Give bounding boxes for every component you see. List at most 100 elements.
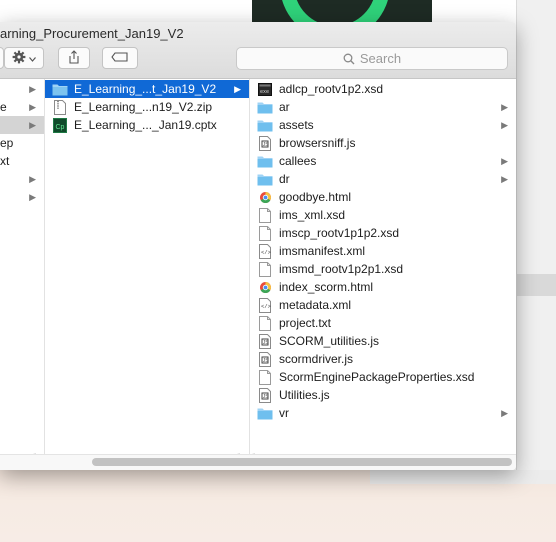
js-file-icon: JS [257, 351, 273, 367]
svg-text:JS: JS [263, 358, 270, 364]
file-name-label: assets [279, 118, 314, 132]
file-name-label: callees [279, 154, 317, 168]
list-item[interactable]: ▶ [0, 170, 44, 188]
background-window-strip [370, 470, 556, 484]
chevron-right-icon: ▶ [501, 156, 508, 166]
captivate-file-icon: Cp [52, 117, 68, 133]
list-item[interactable]: JS scormdriver.js [250, 350, 516, 368]
finder-window: Search ▶ e▶ ▶ ep xt ▶ ▶ || E_Learning_..… [0, 22, 516, 470]
list-item-selected[interactable]: ▶ [0, 116, 44, 134]
document-icon [257, 261, 273, 277]
folder-icon [257, 171, 273, 187]
js-file-icon: JS [257, 333, 273, 349]
document-icon [257, 315, 273, 331]
browser-column-3[interactable]: exe adlcp_rootv1p2.xsdar ▶ assets ▶ JS browser… [250, 79, 516, 470]
svg-text:exe: exe [260, 89, 269, 95]
list-item[interactable]: ScormEnginePackageProperties.xsd [250, 368, 516, 386]
list-item[interactable]: goodbye.html [250, 188, 516, 206]
xsd-file-icon: exe [257, 81, 273, 97]
background-app-thumbnail [252, 0, 432, 22]
svg-text:</>: </> [261, 303, 271, 310]
html-file-icon [257, 189, 273, 205]
list-item[interactable]: imsmd_rootv1p2p1.xsd [250, 260, 516, 278]
list-item[interactable]: ims_xml.xsd [250, 206, 516, 224]
chevron-right-icon: ▶ [29, 84, 36, 94]
file-name-label: imscp_rootv1p1p2.xsd [279, 226, 400, 240]
list-item[interactable]: E_Learning_...n19_V2.zip [45, 98, 249, 116]
chevron-right-icon: ▶ [29, 192, 36, 202]
file-name-label: ar [279, 100, 290, 114]
list-item[interactable]: ▶ [0, 80, 44, 98]
js-file-icon: JS [257, 135, 273, 151]
xml-file-icon: </> [257, 297, 273, 313]
gear-icon [12, 50, 26, 67]
file-name-label: ims_xml.xsd [279, 208, 346, 222]
folder-icon [52, 81, 68, 97]
svg-text:JS: JS [263, 340, 270, 346]
file-name-label: adlcp_rootv1p2.xsd [279, 82, 384, 96]
horizontal-scrollbar-thumb[interactable] [92, 458, 512, 466]
list-item[interactable]: JS browsersniff.js [250, 134, 516, 152]
document-icon [257, 225, 273, 241]
svg-text:JS: JS [263, 142, 270, 148]
file-name-label: browsersniff.js [279, 136, 356, 150]
xml-file-icon: </> [257, 243, 273, 259]
action-menu-button[interactable] [4, 47, 44, 69]
list-item-selected[interactable]: E_Learning_...t_Jan19_V2 ▶ [45, 80, 249, 98]
list-item[interactable]: index_scorm.html [250, 278, 516, 296]
svg-text:</>: </> [261, 249, 271, 256]
file-name-label: imsmanifest.xml [279, 244, 366, 258]
chevron-right-icon: ▶ [501, 174, 508, 184]
list-item[interactable]: ar ▶ [250, 98, 516, 116]
folder-icon [257, 153, 273, 169]
file-name-label: SCORM_utilities.js [279, 334, 380, 348]
list-item[interactable]: vr ▶ [250, 404, 516, 422]
chevron-right-icon: ▶ [29, 174, 36, 184]
list-item[interactable]: xt [0, 152, 44, 170]
list-item[interactable]: </> imsmanifest.xml [250, 242, 516, 260]
html-file-icon [257, 279, 273, 295]
chevron-right-icon: ▶ [501, 102, 508, 112]
chevron-right-icon: ▶ [501, 120, 508, 130]
js-file-icon: JS [257, 387, 273, 403]
list-item[interactable]: exe adlcp_rootv1p2.xsd [250, 80, 516, 98]
chevron-right-icon: ▶ [501, 408, 508, 418]
chevron-right-icon: ▶ [234, 84, 241, 94]
chevron-right-icon: ▶ [29, 102, 36, 112]
tag-icon [111, 51, 129, 65]
chevron-down-icon [29, 51, 36, 65]
list-item[interactable]: </> metadata.xml [250, 296, 516, 314]
document-icon [257, 369, 273, 385]
browser-column-1[interactable]: ▶ e▶ ▶ ep xt ▶ ▶ || [0, 79, 45, 470]
list-item[interactable]: JS SCORM_utilities.js [250, 332, 516, 350]
folder-icon [257, 405, 273, 421]
list-item[interactable]: Cp E_Learning_..._Jan19.cptx [45, 116, 249, 134]
list-item[interactable]: ▶ [0, 188, 44, 206]
tags-button[interactable] [102, 47, 138, 69]
file-name-label: project.txt [279, 316, 332, 330]
list-item[interactable]: JS Utilities.js [250, 386, 516, 404]
search-field[interactable]: Search [236, 47, 508, 70]
file-name-label: imsmd_rootv1p2p1.xsd [279, 262, 404, 276]
list-item[interactable]: project.txt [250, 314, 516, 332]
chevron-right-icon: ▶ [29, 120, 36, 130]
window-title: arning_Procurement_Jan19_V2 [0, 26, 184, 41]
share-button[interactable] [58, 47, 90, 69]
list-item[interactable]: ep [0, 134, 44, 152]
file-name-label: Utilities.js [279, 388, 330, 402]
file-name-label: metadata.xml [279, 298, 352, 312]
list-item[interactable]: callees ▶ [250, 152, 516, 170]
list-item[interactable]: dr ▶ [250, 170, 516, 188]
list-item[interactable]: imscp_rootv1p1p2.xsd [250, 224, 516, 242]
svg-text:Cp: Cp [56, 124, 65, 131]
svg-text:JS: JS [263, 394, 270, 400]
search-placeholder: Search [359, 51, 402, 66]
file-name-label: index_scorm.html [279, 280, 374, 294]
list-item[interactable]: assets ▶ [250, 116, 516, 134]
list-item[interactable]: e ▶ [0, 98, 44, 116]
folder-icon [257, 99, 273, 115]
file-name-label: dr [279, 172, 290, 186]
browser-column-2[interactable]: E_Learning_...t_Jan19_V2 ▶ E_Learning_..… [45, 79, 250, 470]
folder-icon [257, 117, 273, 133]
file-name-label: goodbye.html [279, 190, 352, 204]
